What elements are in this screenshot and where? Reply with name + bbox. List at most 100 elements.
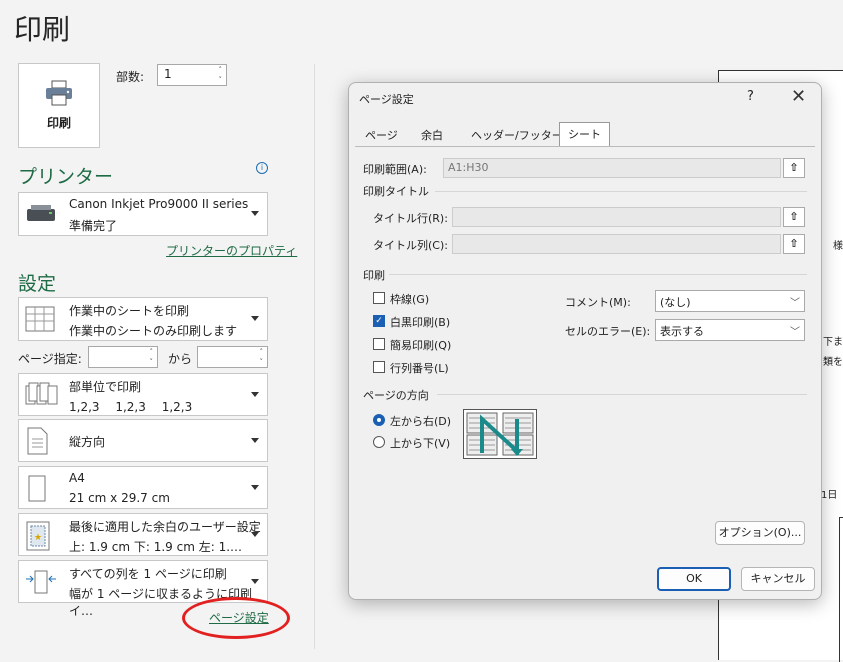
portrait-page-icon xyxy=(27,427,48,455)
tab-page[interactable]: ページ xyxy=(357,124,406,146)
preview-table xyxy=(839,517,843,662)
black-white-checkbox[interactable]: ✓ xyxy=(373,315,385,327)
dialog-title: ページ設定 xyxy=(359,93,414,106)
cell-errors-label: セルのエラー(E): xyxy=(565,325,651,338)
paper-size-dropdown[interactable]: A4 21 cm x 29.7 cm xyxy=(18,466,268,509)
pane-divider xyxy=(314,64,315,649)
tab-sheet[interactable]: シート xyxy=(559,122,610,147)
svg-text:★: ★ xyxy=(34,533,42,543)
print-area-label: 印刷範囲(A): xyxy=(363,163,427,176)
preview-text: 1日 xyxy=(821,490,838,501)
collate-line1: 部単位で印刷 xyxy=(69,380,142,394)
print-area-input[interactable]: A1:H30 xyxy=(443,158,781,178)
comments-select[interactable]: (なし) ﹀ xyxy=(655,290,805,312)
paper-line1: A4 xyxy=(69,471,85,485)
margins-dropdown[interactable]: ★ 最後に適用した余白のユーザー設定 上: 1.9 cm 下: 1.9 cm 左… xyxy=(18,513,268,556)
cell-errors-value: 表示する xyxy=(660,325,704,338)
chevron-down-icon xyxy=(251,437,259,443)
gridlines-checkbox[interactable] xyxy=(373,292,385,304)
cell-errors-select[interactable]: 表示する ﹀ xyxy=(655,319,805,341)
row-col-headings-label: 行列番号(L) xyxy=(390,362,449,375)
collapse-range-icon[interactable]: ⇧ xyxy=(783,158,805,178)
print-titles-heading: 印刷タイトル xyxy=(363,185,429,198)
print-button[interactable]: 印刷 xyxy=(18,63,100,148)
page-order-heading: ページの方向 xyxy=(363,389,429,402)
title-cols-label: タイトル列(C): xyxy=(373,239,448,252)
orientation-dropdown[interactable]: 縦方向 xyxy=(18,419,268,462)
collate-dropdown[interactable]: 部単位で印刷 1,2,3 1,2,3 1,2,3 xyxy=(18,373,268,416)
collate-line2: 1,2,3 1,2,3 1,2,3 xyxy=(69,400,193,414)
page-setup-dialog: ページ設定 ? ✕ ページ 余白 ヘッダー/フッター シート 印刷範囲(A): … xyxy=(348,82,822,600)
orientation-line1: 縦方向 xyxy=(69,435,106,449)
tab-divider xyxy=(355,146,815,147)
printer-status: 準備完了 xyxy=(69,219,118,233)
printer-properties-link[interactable]: プリンターのプロパティ xyxy=(166,242,297,259)
tab-margins[interactable]: 余白 xyxy=(413,124,451,146)
pages-to-input[interactable]: ˄ ˅ xyxy=(197,346,268,368)
print-group-heading: 印刷 xyxy=(363,269,385,282)
print-what-line1: 作業中のシートを印刷 xyxy=(69,304,190,318)
print-button-label: 印刷 xyxy=(46,116,71,130)
ok-button[interactable]: OK xyxy=(657,567,731,591)
collated-pages-icon xyxy=(25,382,58,405)
chevron-down-icon xyxy=(251,484,259,490)
spinner-arrows-icon[interactable]: ˄ ˅ xyxy=(150,347,154,367)
print-what-line2: 作業中のシートのみ印刷します xyxy=(69,324,238,338)
highlight-ellipse xyxy=(182,597,290,639)
options-button[interactable]: オプション(O)... xyxy=(715,521,805,545)
down-then-over-radio[interactable] xyxy=(373,414,385,426)
margins-line2: 上: 1.9 cm 下: 1.9 cm 左: 1.… xyxy=(69,540,243,554)
printer-heading: プリンター xyxy=(18,166,114,188)
collapse-range-icon[interactable]: ⇧ xyxy=(783,234,805,254)
paper-icon xyxy=(28,475,46,502)
collapse-range-icon[interactable]: ⇧ xyxy=(783,207,805,227)
over-then-down-radio[interactable] xyxy=(373,436,385,448)
scaling-line1: すべての列を 1 ページに印刷 xyxy=(69,567,227,581)
over-then-down-label: 上から下(V) xyxy=(390,437,451,450)
comments-value: (なし) xyxy=(660,296,691,309)
row-col-headings-checkbox[interactable] xyxy=(373,361,385,373)
title-rows-label: タイトル行(R): xyxy=(373,212,448,225)
chevron-down-icon xyxy=(251,578,259,584)
chevron-down-icon xyxy=(251,391,259,397)
black-white-label: 白黒印刷(B) xyxy=(390,316,451,329)
title-rows-input[interactable] xyxy=(452,207,781,227)
preview-text: 類を xyxy=(823,357,843,368)
close-icon[interactable]: ✕ xyxy=(791,86,806,107)
margins-line1: 最後に適用した余白のユーザー設定 xyxy=(69,520,261,534)
printer-icon xyxy=(46,80,72,106)
group-divider xyxy=(435,191,807,192)
fit-columns-icon xyxy=(26,570,56,594)
preview-text: 下ま xyxy=(823,337,843,348)
copies-value: 1 xyxy=(164,67,172,81)
preview-text: 様 xyxy=(833,241,843,252)
title-cols-input[interactable] xyxy=(452,234,781,254)
margins-icon: ★ xyxy=(26,521,50,551)
pages-from-input[interactable]: ˄ ˅ xyxy=(88,346,158,368)
spinner-arrows-icon[interactable]: ˄ ˅ xyxy=(260,347,264,367)
tab-header-footer[interactable]: ヘッダー/フッター xyxy=(463,124,571,146)
chevron-down-icon xyxy=(251,211,259,216)
print-what-dropdown[interactable]: 作業中のシートを印刷 作業中のシートのみ印刷します xyxy=(18,297,268,341)
settings-heading: 設定 xyxy=(18,273,57,295)
print-area-value: A1:H30 xyxy=(448,161,489,174)
group-divider xyxy=(437,394,807,395)
cancel-button[interactable]: キャンセル xyxy=(741,567,815,591)
info-icon[interactable]: i xyxy=(256,162,268,174)
gridlines-label: 枠線(G) xyxy=(390,293,430,306)
page-order-preview-icon xyxy=(463,409,537,459)
chevron-down-icon: ﹀ xyxy=(790,327,800,338)
printer-device-icon xyxy=(27,205,55,221)
printer-dropdown[interactable]: Canon Inkjet Pro9000 II series 準備完了 xyxy=(18,192,268,236)
paper-line2: 21 cm x 29.7 cm xyxy=(69,491,170,505)
chevron-down-icon xyxy=(251,316,259,321)
copies-spinner[interactable]: 1 ˄ ˅ xyxy=(157,64,227,86)
comments-label: コメント(M): xyxy=(565,296,631,309)
draft-checkbox[interactable] xyxy=(373,338,385,350)
pages-label: ページ指定: xyxy=(18,352,82,366)
spinner-arrows-icon[interactable]: ˄ ˅ xyxy=(219,65,223,85)
chevron-down-icon xyxy=(251,531,259,537)
down-then-over-label: 左から右(D) xyxy=(390,415,452,428)
pages-to-label: から xyxy=(168,352,193,366)
help-button[interactable]: ? xyxy=(747,89,754,104)
